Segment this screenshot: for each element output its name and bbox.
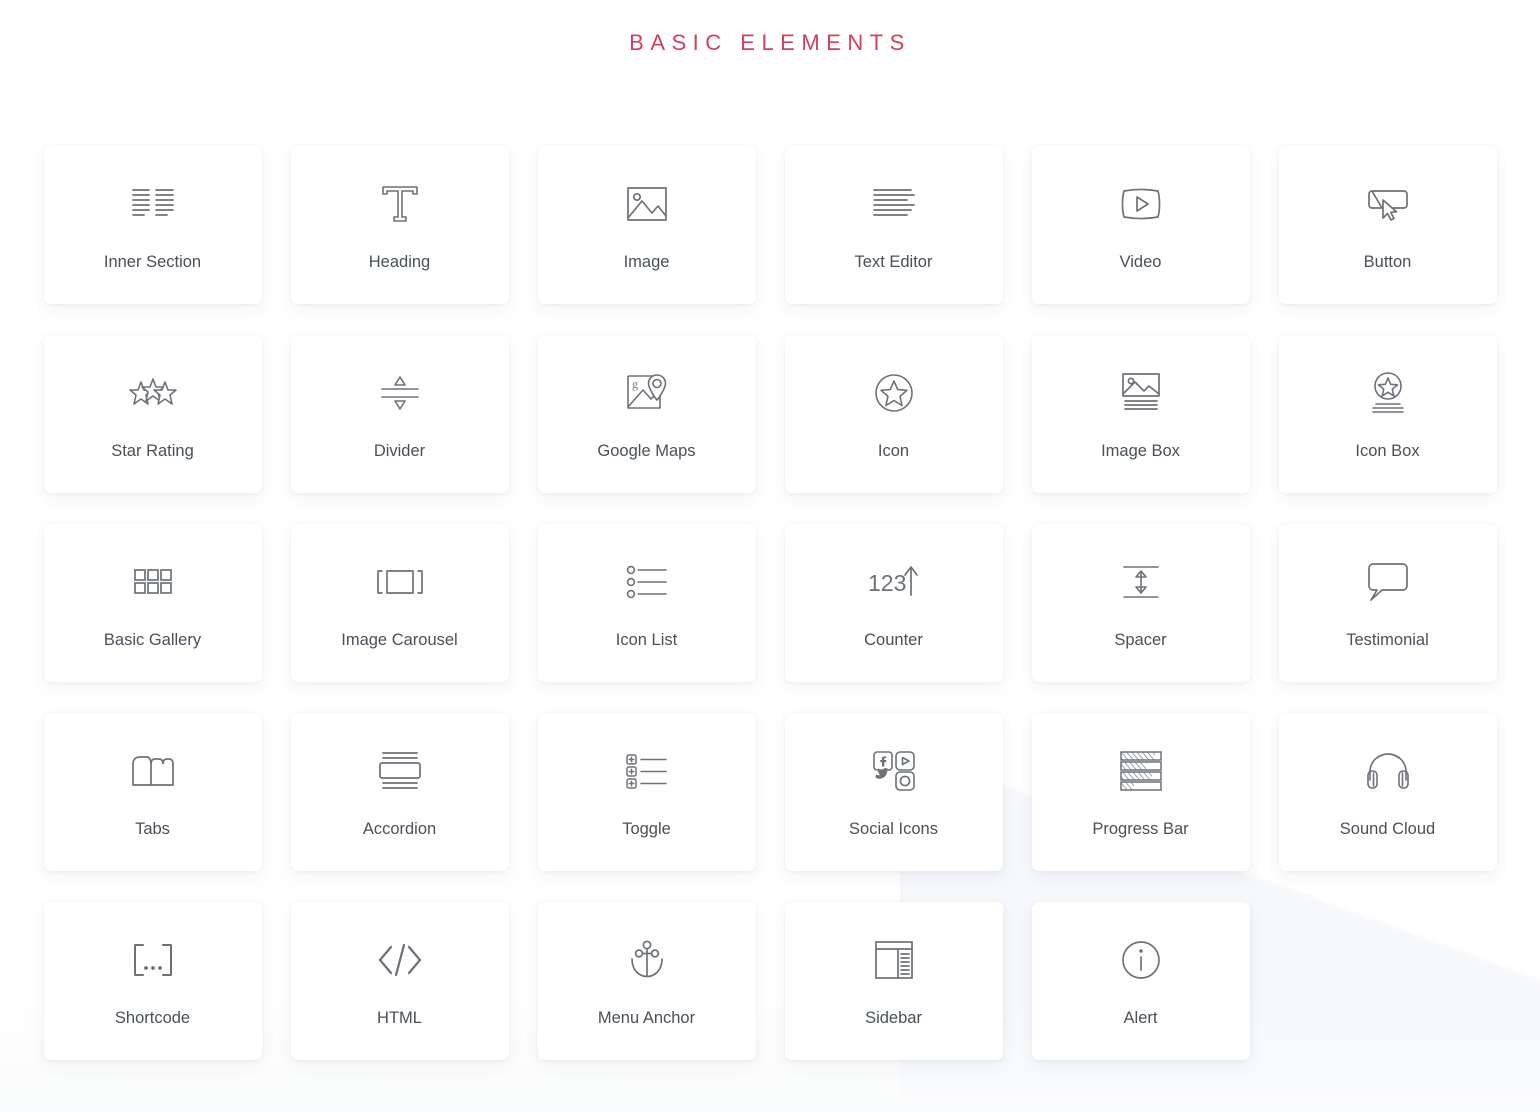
image-icon xyxy=(615,178,679,230)
element-card-icon[interactable]: Icon xyxy=(784,335,1003,493)
button-cursor-icon xyxy=(1356,178,1420,230)
element-card-label: Heading xyxy=(368,253,431,271)
element-card-label: Divider xyxy=(373,442,426,460)
element-card-shortcode[interactable]: Shortcode xyxy=(43,902,262,1060)
element-card-toggle[interactable]: Toggle xyxy=(537,713,756,871)
element-card-spacer[interactable]: Spacer xyxy=(1031,524,1250,682)
elements-grid: Inner Section Heading Image Text Editor … xyxy=(0,146,1540,1090)
element-card-counter[interactable]: 123 Counter xyxy=(784,524,1003,682)
element-card-tabs[interactable]: Tabs xyxy=(43,713,262,871)
element-card-label: Menu Anchor xyxy=(597,1009,696,1027)
element-card-label: Sidebar xyxy=(865,1009,922,1027)
icon-list-icon xyxy=(615,556,679,608)
element-card-label: Alert xyxy=(1123,1009,1158,1027)
element-card-label: Counter xyxy=(864,631,923,649)
element-card-label: Star Rating xyxy=(111,442,194,460)
headphones-icon xyxy=(1356,745,1420,797)
element-card-label: Video xyxy=(1119,253,1162,271)
element-card-label: Social Icons xyxy=(849,820,938,838)
element-card-label: Image Carousel xyxy=(341,631,458,649)
element-card-icon-list[interactable]: Icon List xyxy=(537,524,756,682)
divider-icon xyxy=(368,367,432,419)
element-card-label: Shortcode xyxy=(114,1009,191,1027)
element-card-label: Progress Bar xyxy=(1092,820,1189,838)
code-tag-icon xyxy=(368,934,432,986)
element-card-social-icons[interactable]: Social Icons xyxy=(784,713,1003,871)
element-card-label: Icon Box xyxy=(1355,442,1420,460)
element-card-image-carousel[interactable]: Image Carousel xyxy=(290,524,509,682)
text-editor-icon xyxy=(862,178,926,230)
tabs-folder-icon xyxy=(121,745,185,797)
element-card-video[interactable]: Video xyxy=(1031,146,1250,304)
element-card-label: Accordion xyxy=(362,820,437,838)
element-card-basic-gallery[interactable]: Basic Gallery xyxy=(43,524,262,682)
element-card-star-rating[interactable]: Star Rating xyxy=(43,335,262,493)
element-card-label: Google Maps xyxy=(597,442,696,460)
spacer-icon xyxy=(1109,556,1173,608)
accordion-icon xyxy=(368,745,432,797)
element-card-heading[interactable]: Heading xyxy=(290,146,509,304)
element-card-label: Toggle xyxy=(622,820,671,838)
element-card-icon-box[interactable]: Icon Box xyxy=(1278,335,1497,493)
sidebar-layout-icon xyxy=(862,934,926,986)
gallery-grid-icon xyxy=(121,556,185,608)
element-card-label: Image Box xyxy=(1101,442,1180,460)
element-card-google-maps[interactable]: g Google Maps xyxy=(537,335,756,493)
page-title: BASIC ELEMENTS xyxy=(629,30,911,55)
icon-box-icon xyxy=(1356,367,1420,419)
element-card-image-box[interactable]: Image Box xyxy=(1031,335,1250,493)
toggle-plus-list-icon xyxy=(615,745,679,797)
element-card-button[interactable]: Button xyxy=(1278,146,1497,304)
element-card-testimonial[interactable]: Testimonial xyxy=(1278,524,1497,682)
social-icons-icon xyxy=(862,745,926,797)
element-card-divider[interactable]: Divider xyxy=(290,335,509,493)
anchor-icon xyxy=(615,934,679,986)
element-card-label: Sound Cloud xyxy=(1339,820,1436,838)
element-card-label: HTML xyxy=(377,1009,422,1027)
element-card-text-editor[interactable]: Text Editor xyxy=(784,146,1003,304)
element-card-label: Button xyxy=(1363,253,1412,271)
element-card-alert[interactable]: Alert xyxy=(1031,902,1250,1060)
element-card-label: Basic Gallery xyxy=(103,631,202,649)
element-card-sound-cloud[interactable]: Sound Cloud xyxy=(1278,713,1497,871)
inner-section-icon xyxy=(121,178,185,230)
element-card-image[interactable]: Image xyxy=(537,146,756,304)
svg-text:g: g xyxy=(632,377,638,391)
page-root: BASIC ELEMENTS Inner Section Heading Ima… xyxy=(0,0,1540,1090)
counter-123-icon: 123 xyxy=(862,556,926,608)
shortcode-brackets-icon xyxy=(121,934,185,986)
element-card-label: Inner Section xyxy=(103,253,202,271)
element-card-inner-section[interactable]: Inner Section xyxy=(43,146,262,304)
element-card-html[interactable]: HTML xyxy=(290,902,509,1060)
element-card-label: Testimonial xyxy=(1346,631,1429,649)
star-circle-icon xyxy=(862,367,926,419)
speech-bubble-icon xyxy=(1356,556,1420,608)
progress-bar-icon xyxy=(1109,745,1173,797)
element-card-sidebar[interactable]: Sidebar xyxy=(784,902,1003,1060)
element-card-menu-anchor[interactable]: Menu Anchor xyxy=(537,902,756,1060)
element-card-label: Text Editor xyxy=(854,253,933,271)
google-maps-icon: g xyxy=(615,367,679,419)
star-rating-icon xyxy=(121,367,185,419)
info-circle-icon xyxy=(1109,934,1173,986)
element-card-accordion[interactable]: Accordion xyxy=(290,713,509,871)
svg-text:123: 123 xyxy=(868,570,906,596)
video-play-icon xyxy=(1109,178,1173,230)
element-card-progress-bar[interactable]: Progress Bar xyxy=(1031,713,1250,871)
image-box-icon xyxy=(1109,367,1173,419)
element-card-label: Image xyxy=(623,253,670,271)
element-card-label: Icon List xyxy=(615,631,678,649)
element-card-label: Tabs xyxy=(135,820,170,838)
carousel-icon xyxy=(368,556,432,608)
element-card-label: Icon xyxy=(877,442,910,460)
element-card-label: Spacer xyxy=(1114,631,1167,649)
heading-t-icon xyxy=(368,178,432,230)
